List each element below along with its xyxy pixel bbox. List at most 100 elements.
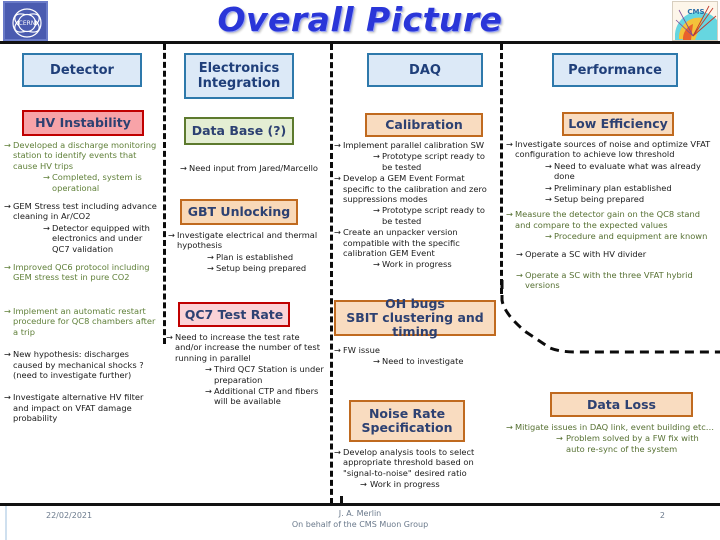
arrow-icon: → xyxy=(373,259,380,270)
bullet-item: → Need to investigate xyxy=(373,356,464,367)
arrow-icon: → xyxy=(545,182,552,193)
topic-data-base[interactable]: Data Base (?) xyxy=(184,117,294,145)
bullet-item: → Need input from Jared/Marcello xyxy=(180,163,318,173)
column-divider-1 xyxy=(163,44,166,344)
footer-divider xyxy=(0,503,720,506)
footer-tick xyxy=(340,496,343,504)
bullet-item: → Prototype script ready to be tested xyxy=(373,205,485,226)
arrow-icon: → xyxy=(4,201,11,212)
footer-affiliation: On behalf of the CMS Muon Group xyxy=(291,520,429,529)
bullet-item: → Developed a discharge monitoring statio… xyxy=(4,140,157,171)
bullet-item: → Completed, system is operational xyxy=(43,172,142,193)
topic-data-loss[interactable]: Data Loss xyxy=(550,392,693,417)
topic-hv-instability[interactable]: HV Instability xyxy=(22,110,144,136)
column-header-performance[interactable]: Performance xyxy=(552,53,678,87)
cms-logo: CMS xyxy=(672,1,718,41)
bullets-data-loss: → Mitigate issues in DAQ link, event buil… xyxy=(506,422,718,455)
bullet-item: → Improved QC6 protocol including GEM str… xyxy=(4,262,150,283)
topic-low-efficiency[interactable]: Low Efficiency xyxy=(562,112,674,136)
bullets-noise-rate: → Develop analysis tools to select approp… xyxy=(334,447,498,491)
topic-noise-rate[interactable]: Noise Rate Specification xyxy=(349,400,465,442)
arrow-icon: → xyxy=(4,305,11,316)
footer-author-block: J. A. Merlin On behalf of the CMS Muon G… xyxy=(0,508,720,530)
bullets-qc7-test-rate: → Need to increase the test rate and/or i… xyxy=(166,332,328,408)
bullet-item: → Need to evaluate what was already done xyxy=(545,160,701,182)
topic-low-efficiency-label: Low Efficiency xyxy=(568,116,668,131)
bullet-item: → Investigate electrical and thermal hypo… xyxy=(168,230,318,251)
topic-qc7-test-rate[interactable]: QC7 Test Rate xyxy=(178,302,290,327)
column-header-electronics[interactable]: Electronics Integration xyxy=(184,53,294,99)
arrow-icon: → xyxy=(506,422,513,432)
bullets-calibration: → Implement parallel calibration SW → Prot… xyxy=(334,140,496,271)
topic-qc7-test-rate-label: QC7 Test Rate xyxy=(184,306,284,322)
footer-author: J. A. Merlin xyxy=(338,509,382,518)
page-title: Overall Picture xyxy=(217,0,503,39)
bullet-item: → Work in progress xyxy=(360,479,440,490)
bullet-item: → Need to increase the test rate and/or i… xyxy=(166,332,320,363)
bullet-item: → Plan is established xyxy=(207,251,294,262)
arrow-icon: → xyxy=(168,230,175,240)
column-header-electronics-label-1: Electronics xyxy=(198,61,280,76)
arrow-icon: → xyxy=(207,263,214,274)
bullet-item: → GEM Stress test including advance clean… xyxy=(4,201,157,222)
bullets-data-base: → Need input from Jared/Marcello xyxy=(180,163,328,174)
bullets-oh-bugs: → FW issue → Need to investigate xyxy=(334,345,496,368)
arrow-icon: → xyxy=(556,433,563,444)
topic-data-loss-label: Data Loss xyxy=(586,396,656,412)
bullet-item: → Mitigate issues in DAQ link, event buil… xyxy=(506,422,715,432)
arrow-icon: → xyxy=(43,222,50,233)
topic-gbt-unlocking[interactable]: GBT Unlocking xyxy=(180,199,298,225)
arrow-icon: → xyxy=(334,447,341,457)
arrow-icon: → xyxy=(334,173,341,184)
footer-page-number: 2 xyxy=(659,511,665,520)
topic-gbt-unlocking-label: GBT Unlocking xyxy=(187,204,291,219)
bullet-item: → Problem solved by a FW fix with auto re… xyxy=(556,433,699,454)
arrow-icon: → xyxy=(334,227,341,238)
column-divider-3 xyxy=(500,44,503,294)
bullet-item: → Investigate sources of noise and optimi… xyxy=(506,139,711,160)
topic-oh-bugs-label-2: SBIT clustering and timing xyxy=(346,310,484,339)
bullet-item: → Preliminary plan established xyxy=(545,182,672,193)
topic-oh-bugs[interactable]: OH bugs SBIT clustering and timing xyxy=(334,297,496,339)
arrow-icon: → xyxy=(4,262,11,273)
arrow-icon: → xyxy=(166,332,173,342)
bullet-item: → Setup being prepared xyxy=(207,263,307,274)
bullet-item: → Develop a GEM Event Format specific to … xyxy=(334,173,487,205)
column-header-daq-label: DAQ xyxy=(409,62,441,78)
bullets-low-efficiency: → Investigate sources of noise and optimi… xyxy=(506,139,718,292)
bullet-item: → Operate a SC with HV divider xyxy=(516,248,647,259)
bullet-item: → New hypothesis: discharges caused by me… xyxy=(4,349,144,380)
column-header-daq[interactable]: DAQ xyxy=(367,53,483,87)
column-header-detector[interactable]: Detector xyxy=(22,53,142,87)
bullet-item: → Third QC7 Station is under preparation xyxy=(205,364,324,385)
bullet-item: → FW issue xyxy=(334,345,380,355)
header-divider xyxy=(0,41,720,44)
arrow-icon: → xyxy=(4,140,11,150)
arrow-icon: → xyxy=(4,392,11,403)
topic-noise-rate-label-1: Noise Rate xyxy=(368,406,446,421)
arrow-icon: → xyxy=(4,349,11,360)
slide-header: CERN Overall Picture CMS xyxy=(0,0,720,44)
arrow-icon: → xyxy=(516,248,523,259)
bullet-item: → Investigate alternative HV filter and i… xyxy=(4,392,144,424)
arrow-icon: → xyxy=(334,140,341,150)
topic-noise-rate-label-2: Specification xyxy=(361,420,453,435)
arrow-icon: → xyxy=(205,386,212,397)
flow-connector xyxy=(500,280,720,354)
svg-text:CMS: CMS xyxy=(687,8,704,16)
arrow-icon: → xyxy=(373,356,380,367)
bullet-item: → Detector equipped with electronics and … xyxy=(43,222,150,254)
arrow-icon: → xyxy=(180,163,187,173)
topic-calibration[interactable]: Calibration xyxy=(365,113,483,137)
arrow-icon: → xyxy=(545,160,552,171)
bullet-item: → Operate a SC with the three VFAT hybrid… xyxy=(516,270,693,291)
arrow-icon: → xyxy=(373,151,380,162)
bullet-item: → Work in progress xyxy=(373,259,452,270)
bullet-item: → Setup being prepared xyxy=(545,194,645,205)
bullet-item: → Implement an automatic restart procedur… xyxy=(4,305,156,337)
arrow-icon: → xyxy=(43,172,50,183)
arrow-icon: → xyxy=(506,209,513,220)
bullet-item: → Create an unpacker version compatible w… xyxy=(334,227,460,259)
bullets-hv-instability: → Developed a discharge monitoring statio… xyxy=(4,140,160,425)
topic-hv-instability-label: HV Instability xyxy=(35,115,131,130)
